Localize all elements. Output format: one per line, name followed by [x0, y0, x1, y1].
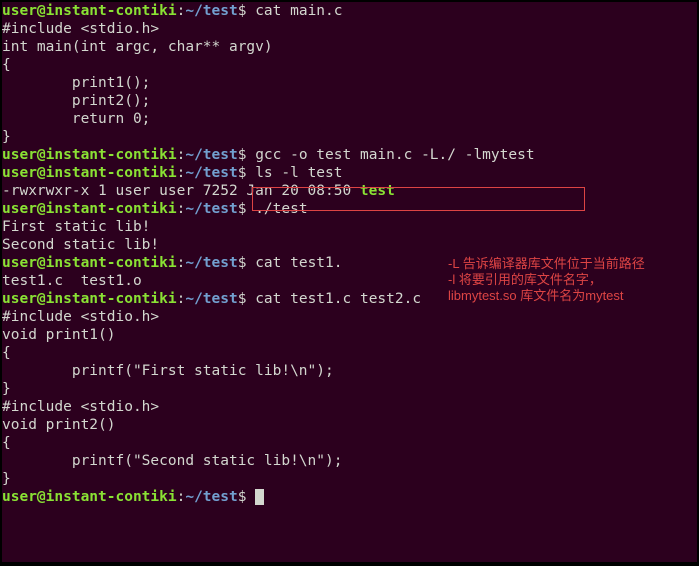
command: ls -l test — [255, 165, 342, 181]
output-line: } — [2, 380, 697, 398]
output-line: Second static lib! — [2, 236, 697, 254]
output-line: } — [2, 470, 697, 488]
output-line: First static lib! — [2, 218, 697, 236]
cursor — [255, 489, 264, 505]
prompt-path: ~/test — [185, 3, 237, 19]
terminal-window[interactable]: user@instant-contiki:~/test$ cat main.c … — [2, 2, 697, 562]
command: cat main.c — [255, 3, 342, 19]
output-line: printf("First static lib!\n"); — [2, 362, 697, 380]
prompt-user: user@instant-contiki — [2, 3, 177, 19]
command: cat test1. — [255, 255, 342, 271]
output-line: { — [2, 56, 697, 74]
output-line: printf("Second static lib!\n"); — [2, 452, 697, 470]
output-line: #include <stdio.h> — [2, 20, 697, 38]
command: ./test — [255, 201, 307, 217]
output-line: int main(int argc, char** argv) — [2, 38, 697, 56]
output-line: print2(); — [2, 92, 697, 110]
terminal-line: user@instant-contiki:~/test$ ./test — [2, 200, 697, 218]
command: gcc -o test main.c -L./ -lmytest — [255, 147, 534, 163]
terminal-line: user@instant-contiki:~/test$ cat main.c — [2, 2, 697, 20]
output-line: print1(); — [2, 74, 697, 92]
output-line: { — [2, 434, 697, 452]
output-line: void print1() — [2, 326, 697, 344]
output-line: { — [2, 344, 697, 362]
command: cat test1.c test2.c — [255, 291, 421, 307]
terminal-line[interactable]: user@instant-contiki:~/test$ — [2, 488, 697, 506]
annotation-text: -L 告诉编译器库文件位于当前路径 -l 将要引用的库文件名字， libmyte… — [448, 256, 697, 304]
output-line: #include <stdio.h> — [2, 398, 697, 416]
output-line: void print2() — [2, 416, 697, 434]
output-line: -rwxrwxr-x 1 user user 7252 Jan 20 08:50… — [2, 182, 697, 200]
output-line: return 0; — [2, 110, 697, 128]
output-line: #include <stdio.h> — [2, 308, 697, 326]
executable-file: test — [360, 183, 395, 199]
output-line: } — [2, 128, 697, 146]
terminal-line: user@instant-contiki:~/test$ gcc -o test… — [2, 146, 697, 164]
terminal-line: user@instant-contiki:~/test$ ls -l test — [2, 164, 697, 182]
